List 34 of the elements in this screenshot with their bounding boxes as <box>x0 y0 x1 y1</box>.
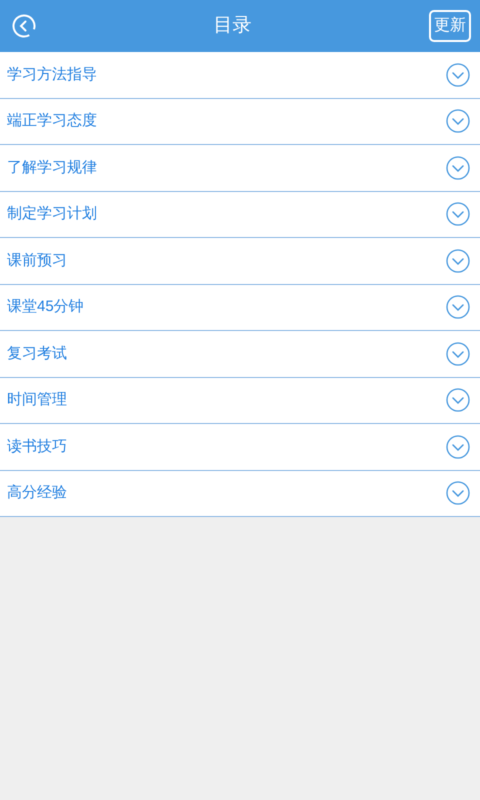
back-button[interactable] <box>12 14 36 38</box>
item-label: 读书技巧 <box>7 436 67 456</box>
page-title: 目录 <box>214 14 252 38</box>
menu-item[interactable]: 端正学习态度 <box>0 98 480 145</box>
chevron-down-icon <box>446 109 470 134</box>
item-label: 时间管理 <box>7 390 67 410</box>
item-label: 课堂45分钟 <box>7 297 84 317</box>
chevron-down-icon <box>446 295 470 320</box>
menu-item[interactable]: 课堂45分钟 <box>0 284 480 331</box>
item-label: 高分经验 <box>7 483 67 503</box>
back-icon <box>12 14 36 38</box>
chevron-down-icon <box>446 202 470 226</box>
chevron-down-icon <box>446 388 470 412</box>
menu-item[interactable]: 复习考试 <box>0 331 480 378</box>
menu-item[interactable]: 学习方法指导 <box>0 52 480 98</box>
chevron-down-icon <box>446 156 470 180</box>
chevron-down-icon <box>446 248 470 273</box>
item-label: 制定学习计划 <box>7 204 97 224</box>
chevron-down-icon <box>446 342 470 366</box>
menu-item[interactable]: 时间管理 <box>0 378 480 424</box>
chevron-down-icon <box>446 434 470 459</box>
menu-item[interactable]: 制定学习计划 <box>0 192 480 238</box>
menu-item[interactable]: 高分经验 <box>0 470 480 517</box>
item-label: 端正学习态度 <box>7 111 97 131</box>
chevron-down-icon <box>446 62 470 87</box>
item-label: 课前预习 <box>7 250 67 270</box>
item-label: 了解学习规律 <box>7 158 97 178</box>
menu-item[interactable]: 课前预习 <box>0 238 480 284</box>
menu-item[interactable]: 了解学习规律 <box>0 145 480 192</box>
item-label: 复习考试 <box>7 344 67 364</box>
menu-item[interactable]: 读书技巧 <box>0 424 480 470</box>
item-label: 学习方法指导 <box>7 64 97 84</box>
chevron-down-icon <box>446 481 470 506</box>
update-button[interactable]: 更新 <box>429 10 471 42</box>
